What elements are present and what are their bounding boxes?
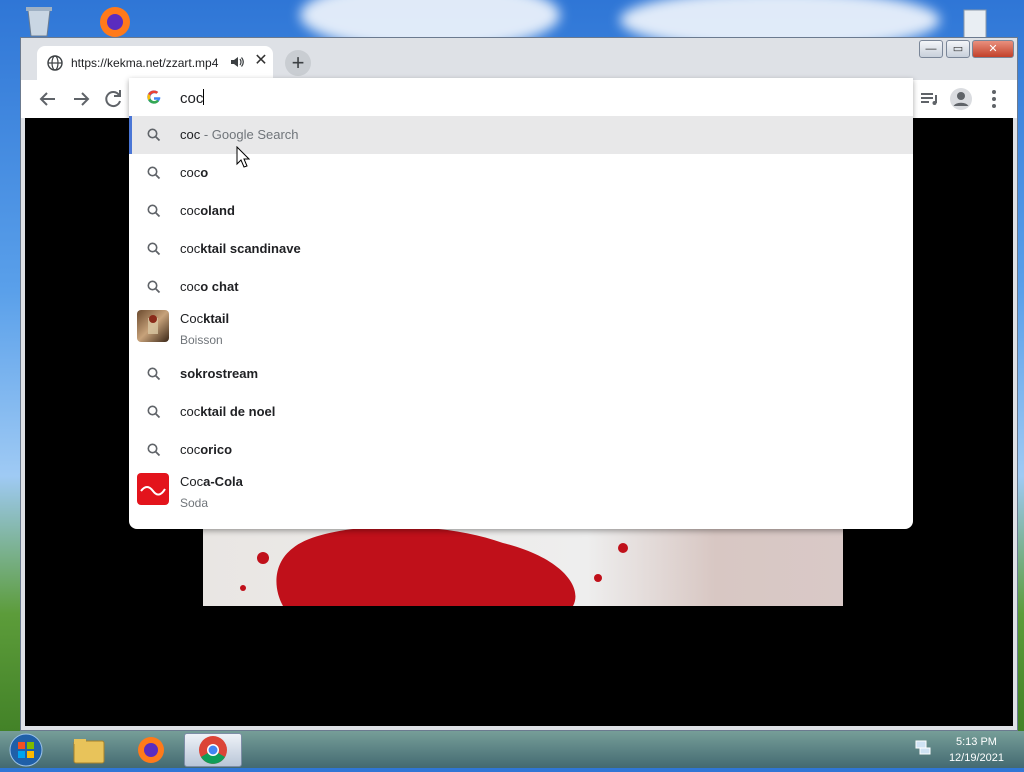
suggestion-row[interactable]: sokrostream — [129, 355, 913, 393]
tab-active[interactable]: https://kekma.net/zzart.mp4 ✕ — [37, 46, 273, 80]
suggestion-typed-part: coc — [180, 442, 201, 457]
suggestion-row[interactable]: cocoland — [129, 192, 913, 230]
suggestion-row[interactable]: cocktail scandinave — [129, 230, 913, 268]
suggestion-typed-part: coc — [180, 127, 201, 142]
clock-date: 12/19/2021 — [948, 752, 1004, 764]
speaker-icon[interactable] — [230, 55, 244, 69]
suggestion-completion: a-Cola — [203, 474, 243, 489]
suggestion-typed-part: Coc — [180, 474, 204, 489]
video-still — [240, 528, 628, 606]
profile-avatar-icon[interactable] — [948, 86, 974, 112]
suggestion-row[interactable]: Cocktail Boisson — [129, 306, 913, 355]
suggestion-completion: orico — [200, 442, 233, 457]
suggestion-subtitle: Boisson — [180, 333, 223, 347]
search-icon — [147, 204, 161, 218]
reload-icon[interactable] — [100, 86, 126, 112]
suggestion-typed-part: Coc — [180, 311, 204, 326]
suggestion-typed-part: coc — [180, 203, 201, 218]
taskbar-file-explorer[interactable] — [60, 733, 118, 767]
search-icon — [147, 128, 161, 142]
suggestion-completion: sokrostream — [180, 366, 259, 381]
omnibox-input[interactable]: coc — [129, 78, 913, 116]
search-icon — [147, 242, 161, 256]
text-caret — [203, 89, 205, 105]
google-g-icon — [147, 90, 161, 104]
close-window-button[interactable]: ✕ — [972, 40, 1014, 58]
suggestion-text: Cocktail — [180, 311, 229, 326]
menu-kebab-icon[interactable] — [981, 86, 1007, 112]
video-frame[interactable] — [203, 528, 843, 606]
suggestion-row[interactable]: cocktail de noel — [129, 393, 913, 431]
recycle-bin-icon[interactable] — [20, 4, 58, 40]
omnibox-query: coc — [180, 89, 205, 107]
suggestion-text: coco chat — [180, 279, 239, 294]
suggestion-subtitle: Soda — [180, 496, 209, 510]
suggestion-typed-part: coc — [180, 241, 201, 256]
clock-time: 5:13 PM — [955, 736, 997, 748]
search-icon — [147, 367, 161, 381]
minimize-button[interactable]: — — [919, 40, 943, 58]
firefox-desktop-icon[interactable] — [96, 4, 134, 40]
start-button-icon[interactable] — [6, 733, 46, 767]
suggestion-row[interactable]: Coca-Cola Soda — [129, 469, 913, 518]
suggestion-text: sokrostream — [180, 366, 258, 381]
suggestion-completion: oland — [200, 203, 235, 218]
suggestion-typed-part: coc — [180, 279, 201, 294]
suggestion-completion: ktail scandinave — [200, 241, 301, 256]
maximize-button[interactable]: ▭ — [946, 40, 970, 58]
suggestion-text: coco — [180, 165, 208, 180]
suggestion-completion: o — [200, 165, 209, 180]
new-tab-button[interactable]: + — [285, 50, 311, 76]
coca-cola-thumb — [137, 473, 169, 505]
tab-close-icon[interactable]: ✕ — [252, 52, 270, 70]
chrome-icon — [199, 736, 227, 764]
tab-title: https://kekma.net/zzart.mp4 — [71, 56, 219, 70]
tab-strip: https://kekma.net/zzart.mp4 ✕ + — ▭ ✕ — [21, 38, 1017, 80]
folder-icon — [73, 739, 105, 764]
taskbar-firefox[interactable] — [122, 733, 180, 767]
forward-icon[interactable] — [68, 86, 94, 112]
suggestion-text: cocoland — [180, 203, 235, 218]
suggestion-typed-part: coc — [180, 165, 201, 180]
search-icon — [147, 443, 161, 457]
suggestion-text: Coca-Cola — [180, 474, 243, 489]
suggestion-hint: - Google Search — [200, 127, 299, 142]
mouse-cursor-icon — [236, 146, 250, 168]
search-icon — [147, 166, 161, 180]
suggestion-completion: ktail — [203, 311, 230, 326]
suggestion-row[interactable]: coco chat — [129, 268, 913, 306]
network-tray-icon[interactable] — [915, 739, 931, 755]
taskbar-chrome[interactable] — [184, 733, 242, 767]
suggestion-completion: ktail de noel — [200, 404, 276, 419]
firefox-icon — [138, 737, 164, 763]
suggestion-text: cocorico — [180, 442, 232, 457]
taskbar: 5:13 PM 12/19/2021 — [0, 731, 1024, 768]
media-controls-icon[interactable] — [916, 86, 942, 112]
suggestion-completion: o chat — [200, 279, 239, 294]
suggestion-text: coc - Google Search — [180, 127, 299, 142]
globe-icon — [47, 55, 63, 71]
cocktail-thumb — [137, 310, 169, 342]
back-icon[interactable] — [35, 86, 61, 112]
suggestion-text: cocktail scandinave — [180, 241, 301, 256]
search-icon — [147, 405, 161, 419]
search-icon — [147, 280, 161, 294]
suggestion-row[interactable]: cocorico — [129, 431, 913, 469]
suggestion-typed-part: coc — [180, 404, 201, 419]
system-clock[interactable]: 5:13 PM 12/19/2021 — [949, 734, 1004, 766]
suggestion-text: cocktail de noel — [180, 404, 275, 419]
